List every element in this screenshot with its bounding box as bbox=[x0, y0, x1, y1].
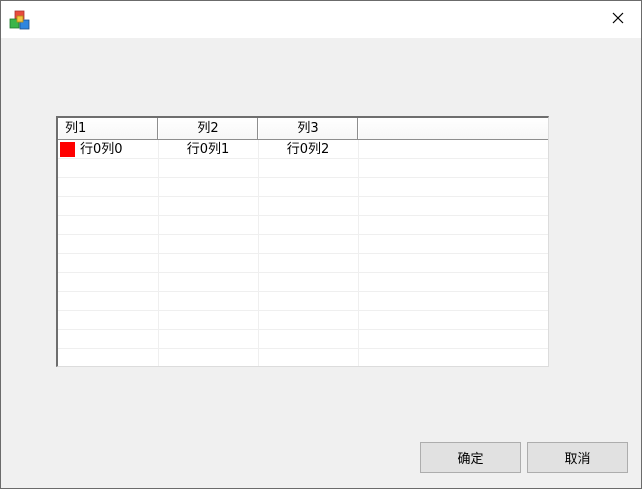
table-row-empty bbox=[58, 273, 548, 292]
table-row-empty bbox=[58, 292, 548, 311]
close-icon bbox=[612, 12, 624, 28]
table-row-empty bbox=[58, 178, 548, 197]
table-row-empty bbox=[58, 330, 548, 349]
title-bar[interactable] bbox=[1, 1, 641, 38]
table-row-empty bbox=[58, 235, 548, 254]
cancel-button[interactable]: 取消 bbox=[527, 442, 628, 473]
table-row-empty bbox=[58, 349, 548, 366]
table-row-empty bbox=[58, 254, 548, 273]
table-row-empty bbox=[58, 311, 548, 330]
table-row-empty bbox=[58, 216, 548, 235]
table-body: 行0列0 行0列1 行0列2 bbox=[58, 140, 548, 366]
red-square-icon bbox=[60, 142, 75, 157]
column-header-3[interactable]: 列3 bbox=[258, 118, 358, 139]
table-header: 列1 列2 列3 bbox=[58, 118, 548, 140]
table-cell: 行0列2 bbox=[286, 142, 330, 157]
dialog-window: 列1 列2 列3 行0列0 行0列1 行0列2 确定 取消 bbox=[0, 0, 642, 489]
table-row[interactable]: 行0列0 行0列1 行0列2 bbox=[58, 140, 548, 159]
column-header-filler bbox=[358, 118, 548, 139]
list-view-table[interactable]: 列1 列2 列3 行0列0 行0列1 行0列2 bbox=[56, 116, 549, 367]
app-cubes-icon bbox=[9, 10, 31, 32]
ok-button[interactable]: 确定 bbox=[420, 442, 521, 473]
table-row-empty bbox=[58, 159, 548, 178]
table-cell: 行0列1 bbox=[186, 142, 230, 157]
table-row-empty bbox=[58, 197, 548, 216]
cell-text: 行0列0 bbox=[80, 142, 123, 157]
column-header-2[interactable]: 列2 bbox=[158, 118, 258, 139]
table-cell: 行0列0 bbox=[60, 140, 158, 159]
column-header-1[interactable]: 列1 bbox=[58, 118, 158, 139]
close-button[interactable] bbox=[595, 1, 641, 38]
